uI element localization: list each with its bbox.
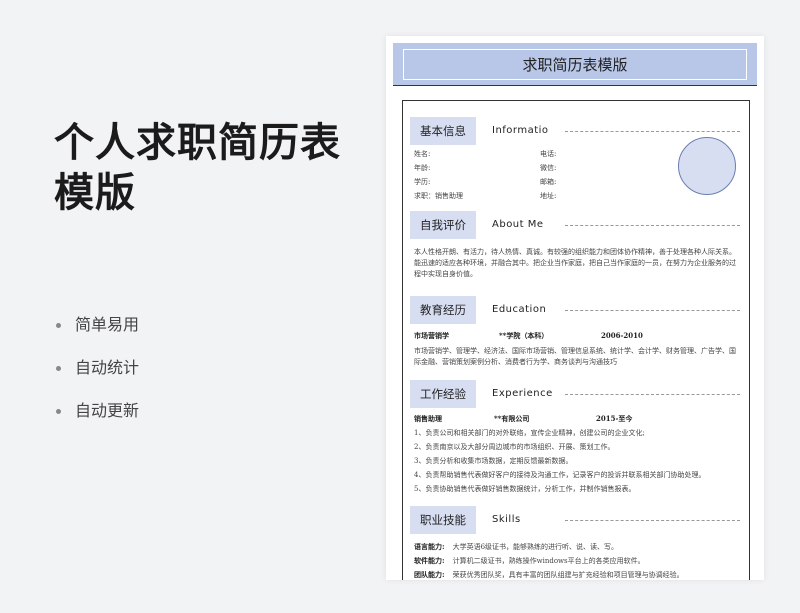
- section-label-en: Experience: [492, 388, 553, 399]
- education-courses: 市场营销学、管理学、经济法、国际市场营销、管理信息系统、统计学、会计学、财务管理…: [414, 347, 736, 366]
- info-name: 姓名:: [414, 150, 431, 158]
- skill-value: 计算机二级证书，熟练操作windows平台上的各类应用软件。: [452, 557, 645, 565]
- resume-body: 基本信息 Informatio 姓名: 年龄: 学历: 求职：销售助理 电话: …: [402, 100, 750, 580]
- experience-item: 3、负责分析和收集市场数据，定期反馈最新数据。: [414, 457, 573, 465]
- skill-value: 大学英语6级证书，能够熟练的进行听、说、读、写。: [452, 543, 619, 551]
- feature-label: 简单易用: [75, 315, 140, 334]
- section-divider: [565, 131, 740, 132]
- bullet-dot-icon: [56, 409, 61, 414]
- section-divider: [565, 394, 740, 395]
- section-about-me: 自我评价 About Me: [410, 211, 740, 239]
- experience-company: **有限公司: [494, 414, 530, 423]
- section-label: 工作经验: [410, 380, 476, 408]
- bullet-dot-icon: [56, 323, 61, 328]
- feature-item: 自动更新: [54, 398, 139, 441]
- section-label: 教育经历: [410, 296, 476, 324]
- info-age: 年龄:: [414, 164, 431, 172]
- experience-item: 5、负责协助销售代表做好销售数据统计，分析工作，并制作销售报表。: [414, 485, 636, 493]
- skill-key: 语言能力:: [414, 542, 445, 551]
- about-text: 本人性格开朗、有活力，待人热情、真诚。有较强的组织能力和团体协作精神，善于处理各…: [414, 248, 736, 278]
- resume-title: 求职简历表模版: [403, 49, 747, 80]
- section-label-en: Skills: [492, 514, 521, 525]
- experience-item: 2、负责南京以及大部分周边城市的市场组织、开展、策划工作。: [414, 443, 615, 451]
- skill-row: 语言能力: 大学英语6级证书，能够熟练的进行听、说、读、写。: [414, 541, 740, 553]
- promo-title: 个人求职简历表模版: [54, 120, 341, 216]
- section-skills: 职业技能 Skills: [410, 506, 740, 534]
- section-label: 职业技能: [410, 506, 476, 534]
- info-address: 地址:: [540, 192, 557, 200]
- info-phone: 电话:: [540, 150, 557, 158]
- info-email: 邮箱:: [540, 178, 557, 186]
- experience-item: 1、负责公司和相关部门的对外联络，宣传企业精神，创建公司的企业文化;: [414, 429, 645, 437]
- skill-row: 软件能力: 计算机二级证书，熟练操作windows平台上的各类应用软件。: [414, 555, 740, 567]
- section-divider: [565, 520, 740, 521]
- section-label-en: About Me: [492, 219, 544, 230]
- skill-row: 团队能力: 荣获优秀团队奖，具有丰富的团队组建与扩充经验和项目管理与协调经验。: [414, 569, 740, 580]
- feature-label: 自动更新: [75, 401, 140, 420]
- info-education: 学历:: [414, 178, 431, 186]
- info-wechat: 微信:: [540, 164, 557, 172]
- info-objective: 求职：销售助理: [414, 192, 463, 200]
- feature-label: 自动统计: [75, 358, 140, 377]
- skill-key: 软件能力:: [414, 556, 445, 565]
- section-label-en: Informatio: [492, 125, 549, 136]
- section-education: 教育经历 Education: [410, 296, 740, 324]
- education-period: 2006-2010: [601, 331, 643, 340]
- bullet-dot-icon: [56, 366, 61, 371]
- experience-item: 4、负责帮助销售代表做好客户的接待及沟通工作，记录客户的投诉并联系相关部门协助处…: [414, 471, 706, 479]
- education-row: 市场营销学 **学院（本科） 2006-2010: [414, 330, 738, 341]
- experience-row: 销售助理 **有限公司 2015-至今: [414, 413, 738, 424]
- feature-list: 简单易用 自动统计 自动更新: [54, 312, 139, 441]
- section-label: 基本信息: [410, 117, 476, 145]
- experience-position: 销售助理: [414, 414, 442, 423]
- resume-banner: 求职简历表模版: [393, 43, 757, 86]
- section-divider: [565, 310, 740, 311]
- skill-key: 团队能力:: [414, 570, 445, 579]
- section-label: 自我评价: [410, 211, 476, 239]
- education-major: 市场营销学: [414, 331, 449, 340]
- feature-item: 简单易用: [54, 312, 139, 355]
- resume-preview: 求职简历表模版 基本信息 Informatio 姓名: 年龄: 学历: 求职：销…: [386, 36, 764, 580]
- education-school: **学院（本科）: [499, 331, 549, 340]
- experience-period: 2015-至今: [596, 414, 633, 423]
- skill-value: 荣获优秀团队奖，具有丰富的团队组建与扩充经验和项目管理与协调经验。: [452, 571, 684, 579]
- section-divider: [565, 225, 740, 226]
- section-experience: 工作经验 Experience: [410, 380, 740, 408]
- feature-item: 自动统计: [54, 355, 139, 398]
- banner-underline: [393, 85, 757, 86]
- section-label-en: Education: [492, 304, 547, 315]
- avatar-photo: [678, 137, 736, 195]
